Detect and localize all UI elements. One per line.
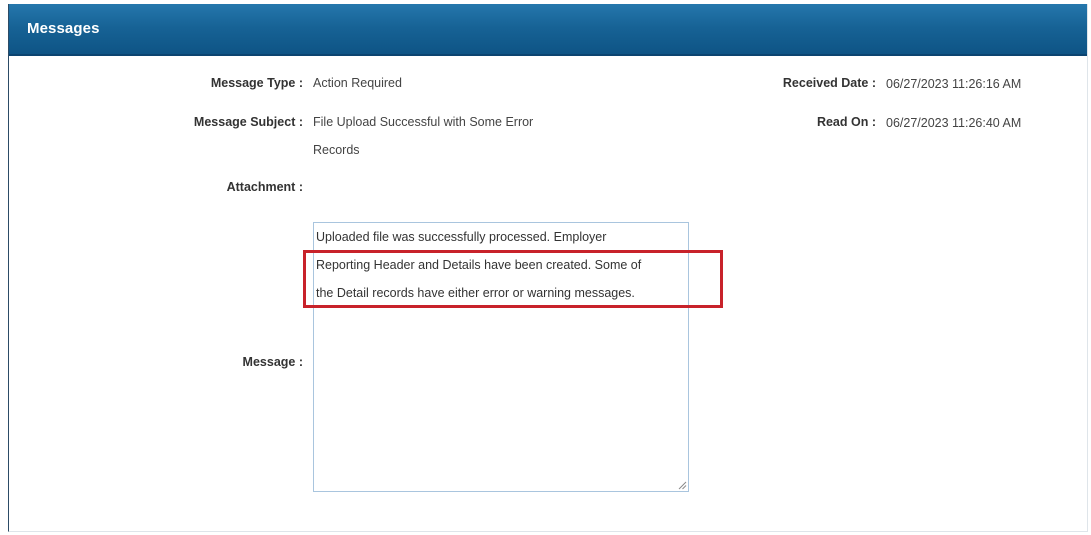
read-on-label: Read On : xyxy=(816,115,876,129)
message-type-label: Message Type : xyxy=(210,76,303,90)
resize-grip-icon[interactable] xyxy=(678,481,687,490)
read-on-value: 06/27/2023 11:26:40 AM xyxy=(886,116,1022,130)
message-line: Reporting Header and Details have been c… xyxy=(316,258,642,272)
message-type-value: Action Required xyxy=(313,76,402,90)
message-textarea[interactable]: Uploaded file was successfully processed… xyxy=(313,222,689,492)
received-date-label: Received Date : xyxy=(782,76,876,90)
panel-header: Messages xyxy=(9,4,1087,56)
received-date-value: 06/27/2023 11:26:16 AM xyxy=(886,77,1022,91)
message-line: Uploaded file was successfully processed… xyxy=(316,230,607,244)
message-label: Message : xyxy=(242,355,303,369)
panel-title: Messages xyxy=(27,20,100,37)
message-subject-value-line1: File Upload Successful with Some Error xyxy=(313,115,534,129)
message-text: Uploaded file was successfully processed… xyxy=(316,223,641,307)
message-subject-value-line2: Records xyxy=(313,143,360,157)
attachment-label: Attachment : xyxy=(226,180,303,194)
message-subject-label: Message Subject : xyxy=(193,115,303,129)
message-line: the Detail records have either error or … xyxy=(316,286,635,300)
